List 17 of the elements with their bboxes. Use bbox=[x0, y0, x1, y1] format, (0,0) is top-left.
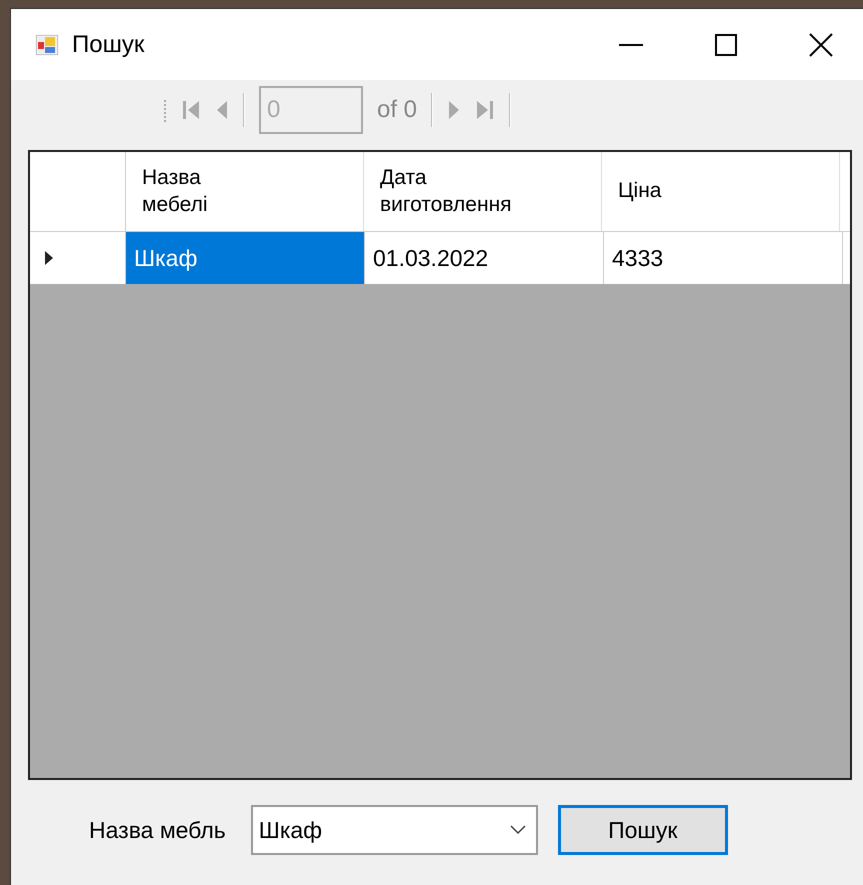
count-label: of 0 bbox=[377, 96, 418, 124]
name-combobox[interactable]: Шкаф bbox=[250, 805, 538, 855]
maximize-icon[interactable] bbox=[715, 34, 737, 56]
app-icon bbox=[36, 34, 58, 54]
chevron-icon bbox=[510, 825, 526, 835]
table-cell[interactable]: 4333 bbox=[604, 232, 843, 284]
search-label: Назва мебль bbox=[89, 816, 226, 844]
last-icon[interactable] bbox=[475, 99, 496, 121]
table-cell[interactable]: 01.03.2022 bbox=[365, 232, 604, 284]
window-title: Пошук bbox=[72, 30, 144, 58]
next-icon[interactable] bbox=[447, 99, 462, 121]
search-button[interactable]: Пошук bbox=[558, 805, 728, 855]
previous-icon[interactable] bbox=[215, 99, 229, 121]
minimize-icon[interactable] bbox=[619, 42, 643, 46]
close-icon[interactable] bbox=[809, 32, 833, 56]
table-cell[interactable]: Шкаф bbox=[126, 232, 365, 284]
first-icon[interactable] bbox=[181, 99, 201, 121]
